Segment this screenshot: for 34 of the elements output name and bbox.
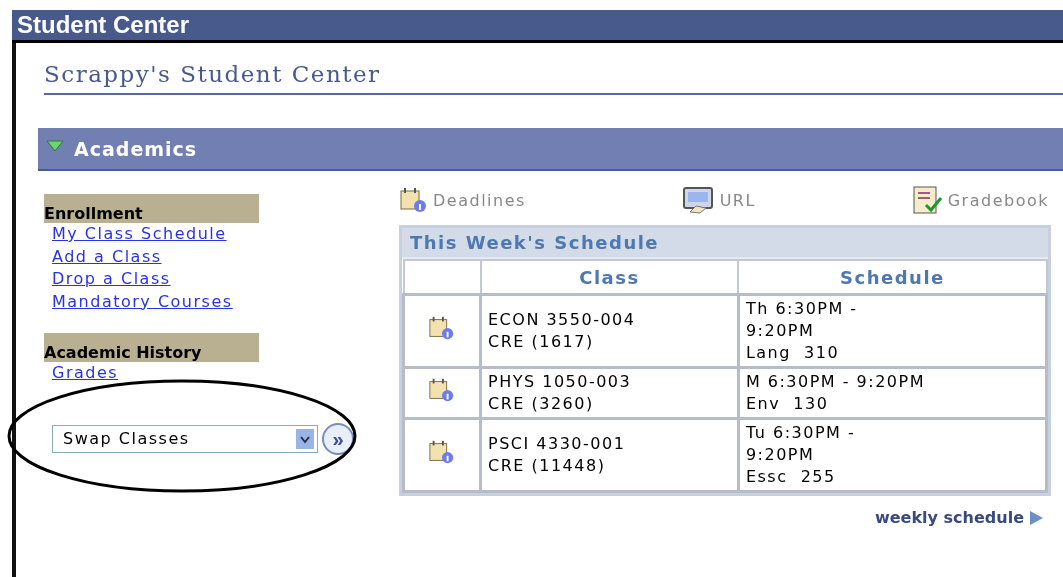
calendar-info-icon[interactable] (428, 377, 456, 403)
column-header: Schedule (738, 260, 1047, 295)
go-button[interactable]: » (322, 422, 354, 455)
class-cell: ECON 3550-004 CRE (1617) (480, 294, 739, 368)
toolbar-link[interactable]: URL (681, 185, 756, 215)
schedule-cell: M 6:30PM - 9:20PM Env 130 (738, 367, 1047, 419)
schedule-cell: Th 6:30PM - 9:20PM Lang 310 (738, 294, 1047, 368)
window-title: Student Center (17, 11, 189, 38)
action-dropdown[interactable]: Swap Classes (52, 424, 318, 453)
monitor-book-icon (681, 186, 716, 214)
checklist-icon (911, 185, 944, 215)
sidebar-link[interactable]: Add a Class (52, 245, 162, 268)
section-title: Academics (74, 137, 198, 160)
expand-triangle-icon[interactable] (46, 139, 64, 152)
column-header: Class (480, 260, 739, 295)
section-header[interactable]: Academics (38, 128, 1063, 171)
sidebar-link[interactable]: Mandatory Courses (52, 290, 233, 313)
page-title: Scrappy's Student Center (44, 43, 1063, 95)
sidebar-link[interactable]: My Class Schedule (52, 223, 227, 246)
class-cell: PSCI 4330-001 CRE (11448) (480, 418, 739, 492)
toolbar-link[interactable]: Deadlines (399, 185, 526, 215)
class-cell: PHYS 1050-003 CRE (3260) (480, 367, 739, 419)
calendar-info-icon[interactable] (428, 315, 456, 341)
toolbar-link[interactable]: Gradebook (911, 185, 1049, 215)
sidebar-link[interactable]: Grades (52, 362, 119, 385)
weekly-schedule-link[interactable]: weekly schedule (874, 508, 1024, 527)
group-heading: Academic History (44, 333, 259, 362)
play-arrow-icon[interactable] (1028, 509, 1044, 526)
sidebar-link[interactable]: Drop a Class (52, 268, 171, 291)
schedule-title: This Week's Schedule (402, 228, 1048, 259)
calendar-info-icon (399, 187, 429, 213)
calendar-info-icon[interactable] (428, 439, 456, 465)
schedule-cell: Tu 6:30PM - 9:20PM Essc 255 (738, 418, 1047, 492)
group-heading: Enrollment (44, 194, 259, 223)
